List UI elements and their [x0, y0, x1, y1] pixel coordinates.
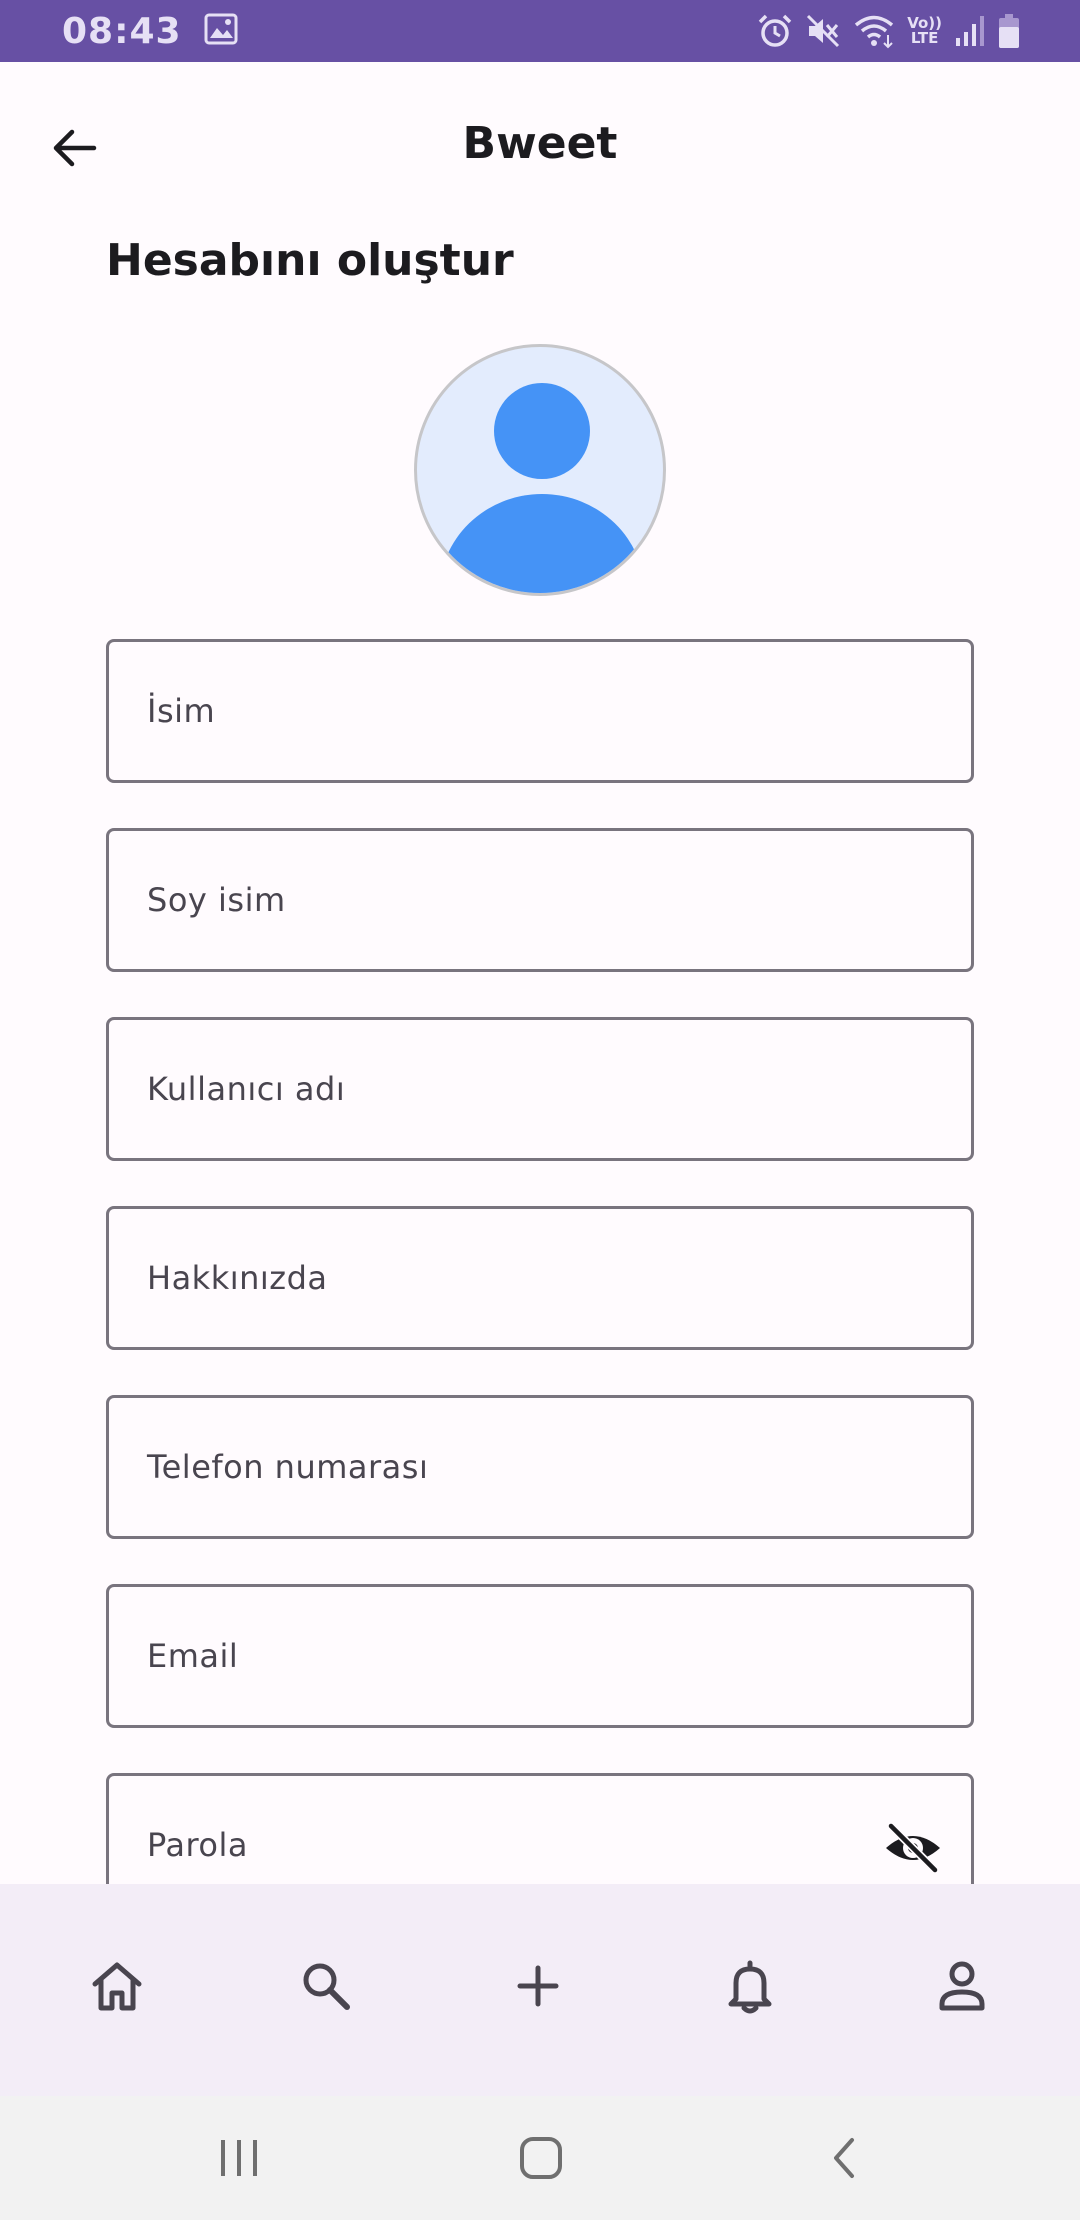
battery-icon: [998, 13, 1020, 49]
search-icon: [303, 1963, 350, 2010]
app-title: Bweet: [462, 118, 618, 169]
phone-label: Telefon numarası: [147, 1448, 429, 1486]
first-name-field[interactable]: İsim: [106, 639, 974, 783]
phone-field[interactable]: Telefon numarası: [106, 1395, 974, 1539]
email-field[interactable]: Email: [106, 1584, 974, 1728]
recents-button[interactable]: [204, 2126, 274, 2190]
status-bar: 08:43 Vo)) LTE: [0, 0, 1080, 62]
avatar-picker[interactable]: [414, 344, 666, 596]
nav-notifications[interactable]: [710, 1946, 790, 2026]
volte-icon: Vo)) LTE: [907, 14, 942, 47]
status-time: 08:43: [62, 10, 182, 52]
person-avatar-icon: [494, 383, 590, 479]
alarm-icon: [757, 13, 793, 49]
nav-home[interactable]: [77, 1946, 157, 2026]
about-field[interactable]: Hakkınızda: [106, 1206, 974, 1350]
last-name-field[interactable]: Soy isim: [106, 828, 974, 972]
about-label: Hakkınızda: [147, 1259, 328, 1297]
back-chevron-icon: [834, 2138, 854, 2178]
password-label: Parola: [147, 1826, 248, 1864]
system-home-button[interactable]: [506, 2126, 576, 2190]
visibility-off-icon: [886, 1823, 940, 1873]
email-label: Email: [147, 1637, 239, 1675]
image-icon: [204, 13, 238, 49]
notifications-icon: [728, 1960, 772, 2014]
first-name-label: İsim: [147, 692, 216, 730]
recents-icon: [221, 2140, 257, 2176]
last-name-label: Soy isim: [147, 881, 286, 919]
vibrate-mute-icon: [805, 13, 841, 49]
nav-profile[interactable]: [922, 1946, 1002, 2026]
profile-icon: [939, 1961, 985, 2011]
nav-add[interactable]: [498, 1946, 578, 2026]
system-back-button[interactable]: [808, 2126, 878, 2190]
nav-search[interactable]: [286, 1946, 366, 2026]
add-icon: [517, 1965, 559, 2007]
app-bar: Bweet: [0, 62, 1080, 234]
password-visibility-toggle[interactable]: [883, 1822, 943, 1874]
signal-icon: [954, 14, 986, 48]
bottom-navigation: [0, 1884, 1080, 2096]
wifi-icon: [853, 13, 895, 49]
home-circle-icon: [520, 2137, 562, 2179]
username-label: Kullanıcı adı: [147, 1070, 346, 1108]
page-title: Hesabını oluştur: [106, 235, 514, 286]
system-navigation-bar: [0, 2096, 1080, 2220]
username-field[interactable]: Kullanıcı adı: [106, 1017, 974, 1161]
home-icon: [92, 1962, 142, 2011]
